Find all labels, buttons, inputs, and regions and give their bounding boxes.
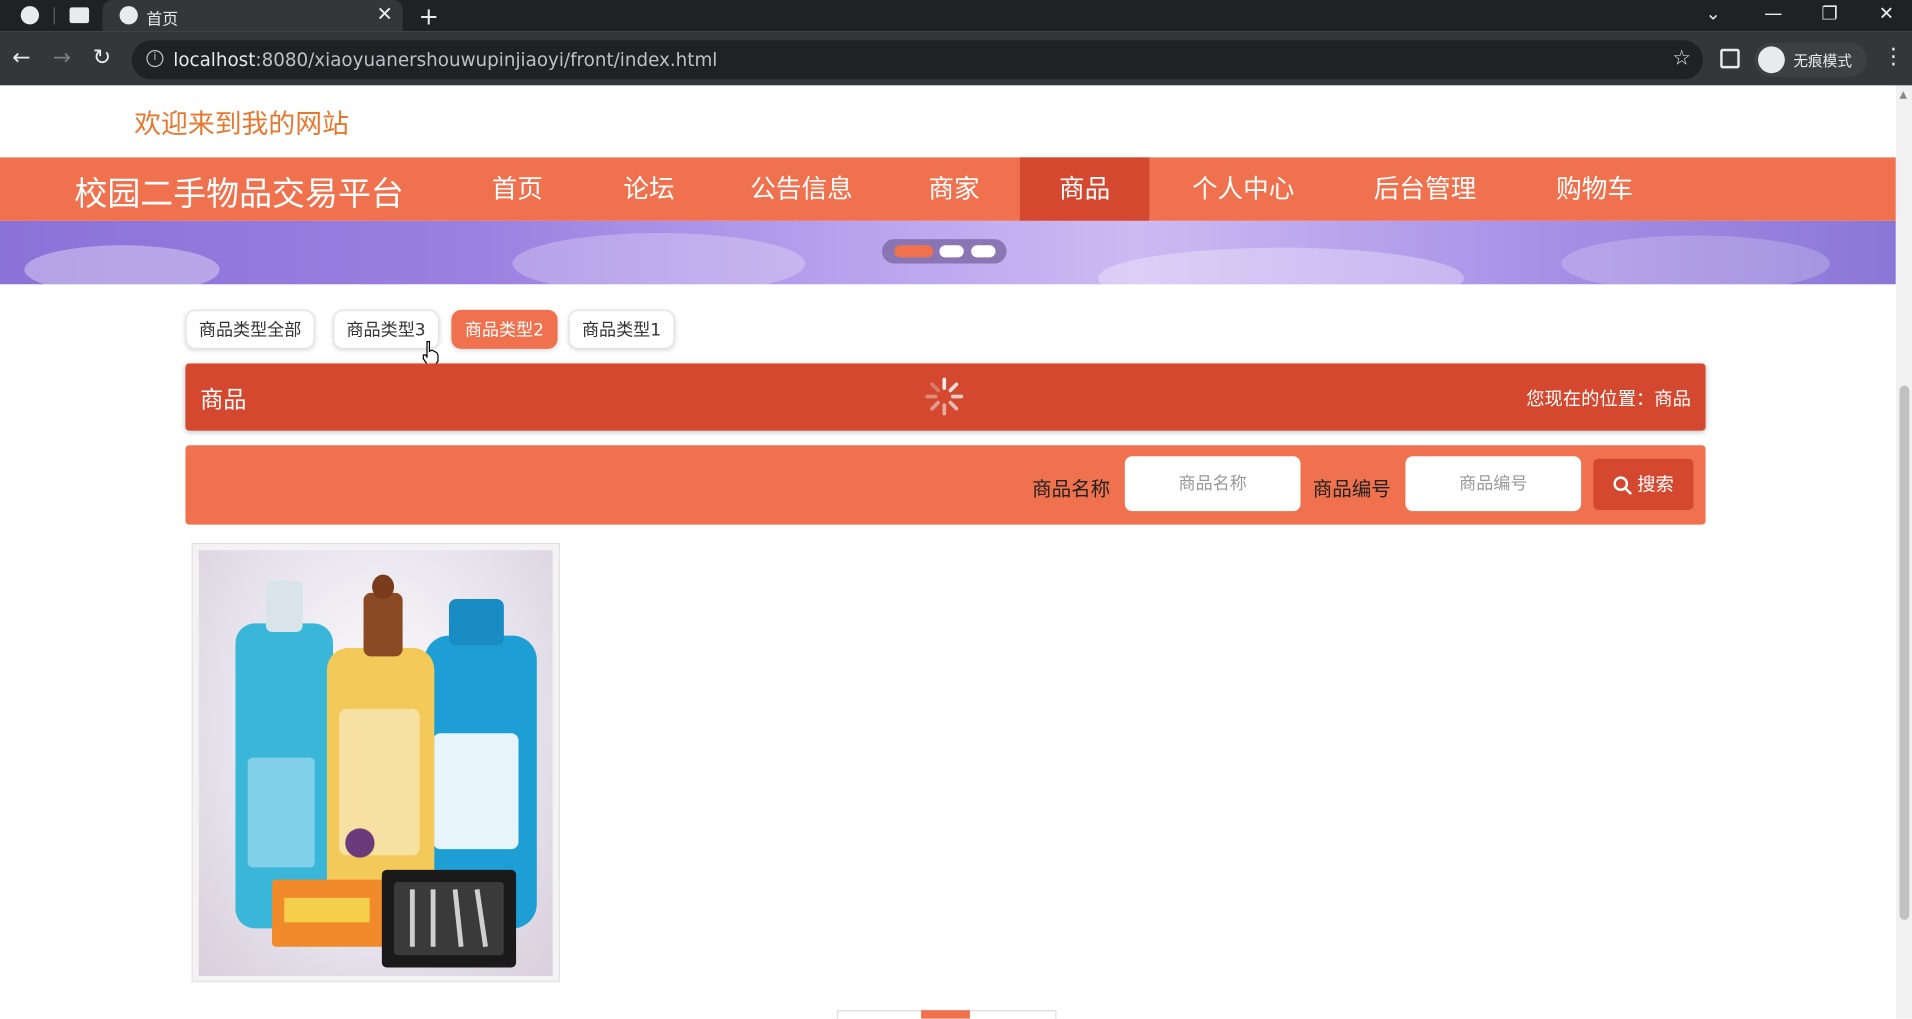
category-type-1[interactable]: 商品类型1 <box>568 309 675 349</box>
search-button[interactable]: 搜索 <box>1593 458 1694 510</box>
nav-item-admin[interactable]: 后台管理 <box>1354 157 1496 220</box>
product-name-label: 商品名称 <box>1032 477 1111 501</box>
close-icon[interactable]: ✕ <box>376 2 392 25</box>
incognito-label: 无痕模式 <box>1793 52 1852 70</box>
banner-cloud <box>1098 247 1464 285</box>
close-window-icon[interactable]: ✕ <box>1879 2 1894 24</box>
category-all[interactable]: 商品类型全部 <box>185 309 315 349</box>
carousel-banner[interactable] <box>0 220 1896 285</box>
breadcrumb-location: 您现在的位置：商品 <box>1526 387 1691 410</box>
nav-item-products[interactable]: 商品 <box>1019 157 1150 221</box>
banner-cloud <box>1561 235 1830 285</box>
carousel-dot[interactable] <box>939 245 964 258</box>
loading-spinner-icon <box>925 377 964 416</box>
back-icon[interactable]: ← <box>12 45 30 71</box>
tab-title: 首页 <box>146 10 179 30</box>
address-bar[interactable]: i localhost:8080/xiaoyuanershouwupinjiao… <box>131 40 1704 80</box>
incognito-badge[interactable]: 无痕模式 <box>1754 42 1867 77</box>
forward-icon[interactable]: → <box>52 45 70 71</box>
extension-icon[interactable] <box>1720 48 1740 69</box>
url-path: :8080/xiaoyuanershouwupinjiaoyi/front/in… <box>255 48 718 71</box>
nav-item-notices[interactable]: 公告信息 <box>730 157 874 220</box>
carousel-dot[interactable] <box>971 245 996 258</box>
restore-icon[interactable]: ❐ <box>1821 2 1837 24</box>
browser-toolbar: ← → ↻ i localhost:8080/xiaoyuanershouwup… <box>0 31 1912 86</box>
search-bar: 商品名称 商品编号 搜索 <box>185 445 1706 525</box>
nav-item-cart[interactable]: 购物车 <box>1537 157 1652 220</box>
nav-item-merchants[interactable]: 商家 <box>900 157 1007 220</box>
scrollbar-thumb[interactable] <box>1899 385 1910 920</box>
page-scrollbar[interactable]: ▲ <box>1895 85 1912 1019</box>
menu-icon[interactable]: ⋮ <box>1882 44 1904 70</box>
tab-home[interactable]: 首页 ✕ <box>102 0 403 32</box>
product-code-label: 商品编号 <box>1312 477 1391 501</box>
product-name-input[interactable] <box>1124 456 1301 512</box>
url-host: localhost <box>173 48 256 71</box>
product-photo <box>235 574 537 968</box>
banner-cloud <box>24 245 220 285</box>
banner-cloud <box>512 233 806 285</box>
main-nav: 校园二手物品交易平台 首页 论坛 公告信息 商家 商品 个人中心 后台管理 购物… <box>0 157 1896 221</box>
welcome-text: 欢迎来到我的网站 <box>134 109 349 141</box>
url-text[interactable]: localhost:8080/xiaoyuanershouwupinjiaoyi… <box>173 49 717 71</box>
info-icon[interactable]: i <box>146 50 164 68</box>
chevron-down-icon[interactable]: ⌄ <box>1706 2 1721 24</box>
section-title: 商品 <box>200 386 247 414</box>
tab-separator <box>53 7 55 25</box>
carousel-dot[interactable] <box>894 245 934 258</box>
star-icon[interactable]: ☆ <box>1672 46 1691 70</box>
browser-tab-bar: 首页 ✕ + ⌄ — ❐ ✕ <box>0 0 1912 32</box>
nav-item-forum[interactable]: 论坛 <box>595 157 702 220</box>
category-type-2[interactable]: 商品类型2 <box>451 309 558 349</box>
incognito-icon <box>1758 46 1785 74</box>
nav-item-personal-center[interactable]: 个人中心 <box>1174 157 1313 220</box>
pagination-current-page[interactable] <box>921 1010 970 1019</box>
globe-icon <box>119 6 138 25</box>
product-image[interactable] <box>198 550 553 976</box>
carousel-indicators <box>882 239 1007 264</box>
section-title-bar: 商品 您现在的位置：商品 <box>185 363 1706 431</box>
pagination <box>836 1010 1057 1019</box>
nav-item-home[interactable]: 首页 <box>464 157 571 220</box>
globe-icon[interactable] <box>20 6 40 25</box>
reload-icon[interactable]: ↻ <box>93 45 111 71</box>
product-code-input[interactable] <box>1405 456 1582 512</box>
window-icon[interactable] <box>69 7 90 24</box>
search-icon <box>1613 475 1632 495</box>
page: 欢迎来到我的网站 校园二手物品交易平台 首页 论坛 公告信息 商家 商品 个人中… <box>0 85 1896 1019</box>
product-card[interactable] <box>191 542 560 983</box>
site-brand[interactable]: 校园二手物品交易平台 <box>74 167 403 215</box>
search-button-label: 搜索 <box>1637 473 1674 496</box>
scroll-up-icon[interactable]: ▲ <box>1900 89 1908 100</box>
minimize-icon[interactable]: — <box>1764 2 1782 24</box>
new-tab-icon[interactable]: + <box>418 1 438 30</box>
